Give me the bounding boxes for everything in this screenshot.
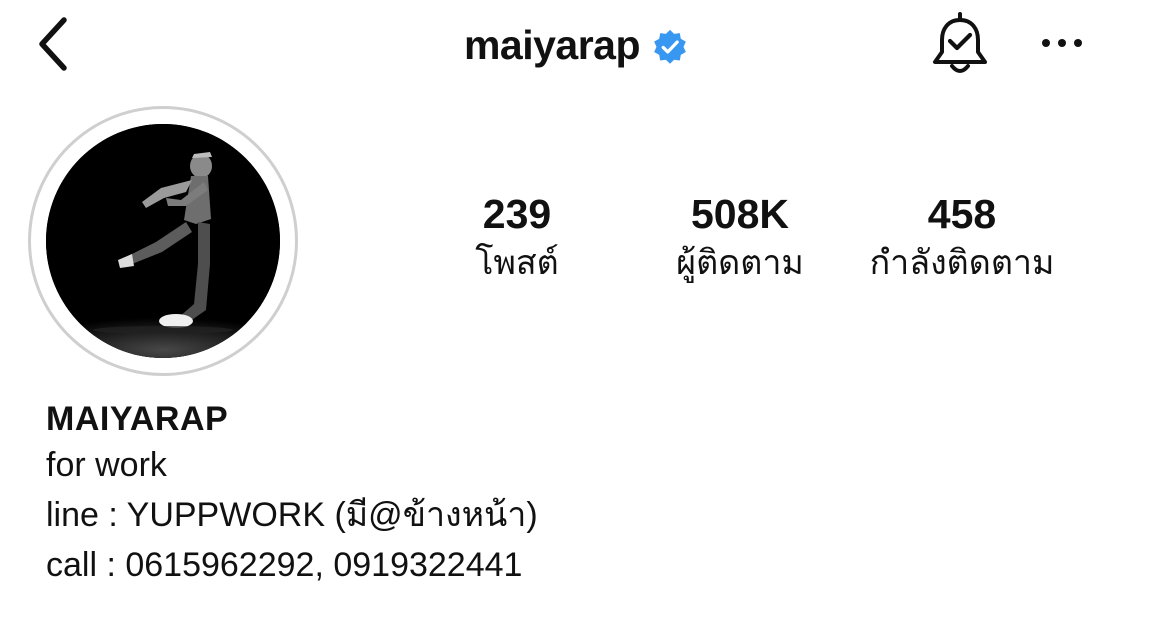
profile-page: maiyarap 239 โพสต์ 508K ผู้ติดตาม 458 กำ… [0, 0, 1152, 641]
username-title: maiyarap [463, 21, 641, 68]
bio-section: MAIYARAP for work line : YUPPWORK (มี@ข้… [46, 398, 946, 590]
following-count: 458 [927, 191, 997, 237]
notifications-button[interactable] [928, 10, 992, 76]
bio-line-phone[interactable]: call : 0615962292, 0919322441 [46, 540, 946, 590]
verified-badge-icon [654, 29, 686, 64]
posts-count: 239 [482, 191, 552, 237]
bell-check-icon [933, 12, 987, 73]
following-label: กำลังติดตาม [869, 244, 1055, 282]
stat-followers[interactable]: 508K ผู้ติดตาม [650, 190, 830, 288]
display-name: MAIYARAP [46, 400, 229, 438]
more-horizontal-icon [1042, 39, 1082, 47]
profile-photo [46, 124, 280, 358]
followers-label: ผู้ติดตาม [676, 244, 804, 282]
bio-line-work: for work [46, 446, 167, 484]
stat-following[interactable]: 458 กำลังติดตาม [850, 190, 1074, 288]
posts-label: โพสต์ [475, 244, 559, 282]
stat-posts[interactable]: 239 โพสต์ [432, 190, 602, 288]
bio-line-contact: line : YUPPWORK (มี@ข้างหน้า) [46, 496, 538, 534]
followers-count: 508K [690, 191, 789, 237]
more-options-button[interactable] [1036, 26, 1088, 60]
avatar[interactable] [46, 124, 280, 358]
